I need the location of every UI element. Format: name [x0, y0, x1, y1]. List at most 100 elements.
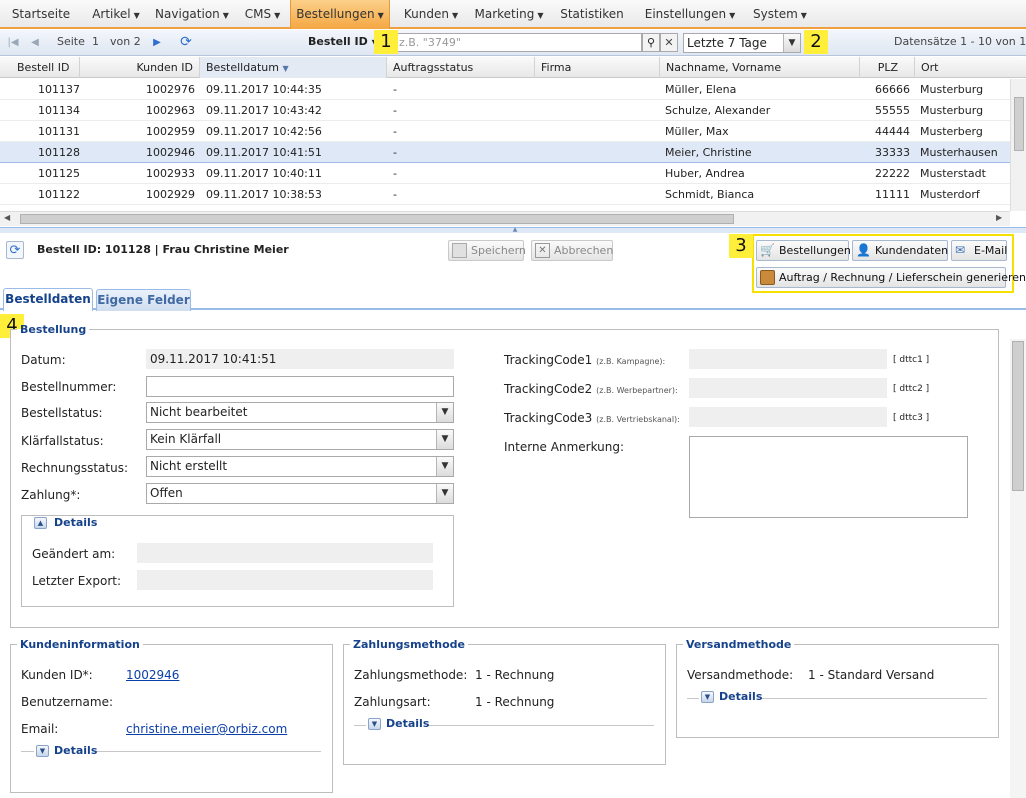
- payment-method-value: 1 - Rechnung: [475, 668, 555, 682]
- col-firma[interactable]: Firma: [535, 57, 660, 78]
- grid-toolbar: |◀ ◀ Seite 1 von 2 ▶ ⟳ Bestell ID ▼ z.B.…: [0, 30, 1026, 56]
- scroll-left-icon[interactable]: ◀: [4, 213, 10, 222]
- menu-marketing[interactable]: Marketing ▼: [472, 0, 546, 29]
- klaerfallstatus-select[interactable]: Kein Klärfall ▼: [146, 429, 454, 450]
- tracking2-key: [ dttc2 ]: [893, 384, 930, 394]
- shipping-details-toggle[interactable]: ▼ Details: [699, 690, 762, 704]
- table-row[interactable]: 101134 1002963 09.11.2017 10:43:42- Schulze…: [0, 100, 1010, 121]
- menu-startseite[interactable]: Startseite: [5, 0, 77, 29]
- cancel-button[interactable]: ✕ Abbrechen: [531, 240, 613, 261]
- save-button[interactable]: Speichern: [448, 240, 526, 261]
- menu-cms[interactable]: CMS ▼: [240, 0, 285, 29]
- date-filter-select[interactable]: Letzte 7 Tage ▼: [683, 33, 801, 53]
- zahlung-select[interactable]: Offen ▼: [146, 483, 454, 504]
- cell-kunden-id: 1002933: [146, 167, 195, 180]
- cell-plz: 22222: [875, 167, 910, 180]
- rechnungsstatus-select[interactable]: Nicht erstellt ▼: [146, 456, 454, 477]
- col-name[interactable]: Nachname, Vorname: [660, 57, 860, 78]
- payment-details-toggle[interactable]: ▼ Details: [366, 717, 429, 731]
- search-field-selector[interactable]: Bestell ID ▼: [308, 35, 378, 48]
- cell-ort: Musterdorf: [920, 188, 980, 201]
- main-menu-bar: Startseite Artikel ▼ Navigation ▼ CMS ▼ Bes…: [0, 0, 1026, 29]
- kunden-id-link[interactable]: 1002946: [126, 668, 179, 682]
- col-kunden-id[interactable]: Kunden ID: [80, 57, 200, 78]
- expand-toggle-icon[interactable]: ▼: [368, 718, 381, 730]
- email-link[interactable]: christine.meier@orbiz.com: [126, 722, 287, 736]
- scroll-thumb[interactable]: [20, 214, 734, 224]
- col-plz[interactable]: PLZ: [860, 57, 915, 78]
- export-value: [137, 570, 433, 590]
- benutzername-label: Benutzername:: [21, 695, 114, 709]
- shipping-fieldset: Versandmethode: [676, 638, 999, 738]
- customer-details-toggle[interactable]: ▼ Details: [34, 744, 97, 758]
- tracking2-label: TrackingCode2 (z.B. Werbepartner):: [504, 382, 678, 396]
- scroll-thumb[interactable]: [1012, 341, 1024, 491]
- cell-name: Müller, Max: [665, 125, 729, 138]
- page-vertical-scrollbar[interactable]: [1010, 339, 1026, 798]
- menu-navigation[interactable]: Navigation ▼: [152, 0, 232, 29]
- clear-search-icon[interactable]: ✕: [660, 33, 678, 52]
- first-page-icon[interactable]: |◀: [6, 35, 20, 49]
- search-icon[interactable]: ⚲: [642, 33, 660, 52]
- cell-kunden-id: 1002929: [146, 188, 195, 201]
- col-bestell-id[interactable]: Bestell ID: [0, 57, 80, 78]
- cell-bestelldatum: 09.11.2017 10:42:56: [206, 125, 322, 138]
- scroll-right-icon[interactable]: ▶: [996, 213, 1002, 222]
- tracking1-label: TrackingCode1 (z.B. Kampagne):: [504, 353, 666, 367]
- cell-firma: [541, 184, 656, 205]
- menu-system[interactable]: System ▼: [748, 0, 812, 29]
- menu-bestellungen[interactable]: Bestellungen ▼: [290, 0, 390, 29]
- cell-auftragsstatus: -: [393, 83, 397, 96]
- note-textarea[interactable]: [689, 436, 968, 518]
- email-button[interactable]: ✉ E-Mail: [951, 240, 1007, 261]
- shipping-legend: Versandmethode: [686, 638, 792, 651]
- tab-bestelldaten[interactable]: Bestelldaten: [3, 288, 93, 311]
- generate-documents-button[interactable]: Auftrag / Rechnung / Lieferschein generi…: [756, 267, 1026, 288]
- customer-fieldset: Kundeninformation: [10, 638, 333, 793]
- sort-desc-icon: ▼: [282, 64, 289, 73]
- splitter[interactable]: ▲: [0, 226, 1026, 233]
- geaendert-value: [137, 543, 433, 563]
- refresh-icon[interactable]: ⟳: [178, 34, 194, 50]
- grid-header: Bestell ID Kunden ID Bestelldatum ▼ Auft…: [0, 57, 1026, 78]
- col-ort[interactable]: Ort: [915, 57, 1026, 78]
- col-bestelldatum[interactable]: Bestelldatum ▼: [200, 57, 387, 78]
- page-current[interactable]: 1: [92, 35, 99, 48]
- menu-statistiken[interactable]: Statistiken: [554, 0, 630, 29]
- scroll-thumb[interactable]: [1014, 97, 1024, 151]
- table-row[interactable]: 101122 1002929 09.11.2017 10:38:53- Schmidt…: [0, 184, 1010, 205]
- cell-firma: [541, 121, 656, 142]
- table-row[interactable]: 101137 1002976 09.11.2017 10:44:35- Müller,…: [0, 79, 1010, 100]
- customer-data-button[interactable]: 👤 Kundendaten: [852, 240, 948, 261]
- previous-page-icon[interactable]: ◀: [28, 35, 42, 49]
- expand-toggle-icon[interactable]: ▼: [36, 745, 49, 757]
- tab-eigene-felder[interactable]: Eigene Felder: [96, 289, 191, 311]
- datum-label: Datum:: [21, 353, 66, 367]
- table-row[interactable]: 101128 1002946 09.11.2017 10:41:51- Meier, …: [0, 142, 1010, 163]
- bestellstatus-select[interactable]: Nicht bearbeitet ▼: [146, 402, 454, 423]
- table-row[interactable]: 101131 1002959 09.11.2017 10:42:56- Müller,…: [0, 121, 1010, 142]
- table-row[interactable]: 101125 1002933 09.11.2017 10:40:11- Huber, …: [0, 163, 1010, 184]
- orders-button[interactable]: 🛒 Bestellungen: [756, 240, 851, 261]
- grid-body: 101137 1002976 09.11.2017 10:44:35- Müller,…: [0, 79, 1026, 211]
- grid-vertical-scrollbar[interactable]: [1010, 79, 1026, 211]
- collapse-toggle-icon[interactable]: ▲: [34, 517, 47, 529]
- refresh-icon[interactable]: ⟳: [6, 241, 24, 259]
- grid-horizontal-scrollbar[interactable]: ◀ ▶: [0, 211, 1010, 226]
- col-auftragsstatus[interactable]: Auftragsstatus: [387, 57, 535, 78]
- next-page-icon[interactable]: ▶: [150, 35, 164, 49]
- menu-kunden[interactable]: Kunden ▼: [398, 0, 464, 29]
- cell-auftragsstatus: -: [393, 146, 397, 159]
- cell-bestelldatum: 09.11.2017 10:44:35: [206, 83, 322, 96]
- cell-kunden-id: 1002959: [146, 125, 195, 138]
- expand-toggle-icon[interactable]: ▼: [701, 691, 714, 703]
- caret-down-icon: ▼: [537, 11, 544, 20]
- menu-artikel[interactable]: Artikel ▼: [85, 0, 147, 29]
- customer-legend: Kundeninformation: [20, 638, 140, 651]
- bestellnummer-input[interactable]: [146, 376, 454, 397]
- cell-ort: Musterhausen: [920, 146, 998, 159]
- search-input[interactable]: z.B. "3749": [378, 33, 642, 52]
- close-icon: ✕: [535, 243, 550, 258]
- menu-einstellungen[interactable]: Einstellungen ▼: [642, 0, 738, 29]
- collapse-icon[interactable]: ▲: [500, 226, 530, 233]
